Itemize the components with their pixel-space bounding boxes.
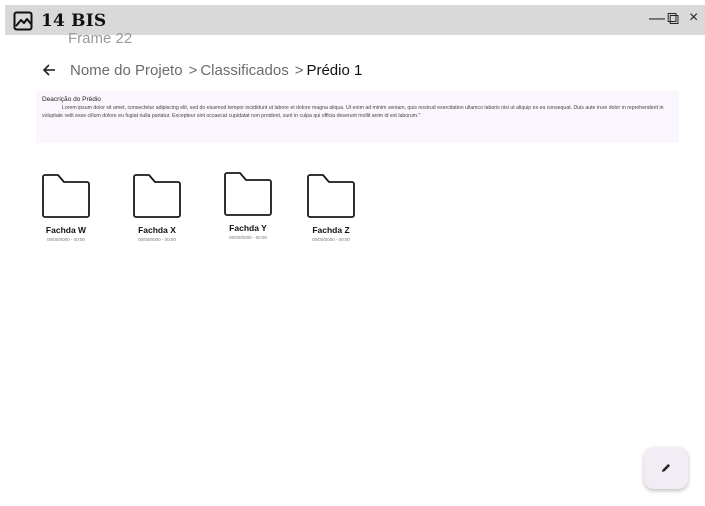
app-title: 14 BIS: [41, 11, 107, 31]
folder-icon: [133, 174, 181, 218]
folder-icon: [224, 172, 272, 216]
frame-label: Frame 22: [68, 30, 133, 47]
folder-date: 00/00/0000 - 00:00: [312, 237, 350, 242]
description-text: Lorem ipsum dolor sit amet, consectetur …: [42, 105, 664, 120]
folder-date: 00/00/0000 - 00:00: [138, 237, 176, 242]
folder-date: 00/00/0000 - 00:00: [47, 237, 85, 242]
arrow-left-icon[interactable]: [42, 63, 56, 77]
breadcrumb-project[interactable]: Nome do Projeto: [70, 62, 183, 79]
restore-button[interactable]: ⧉: [667, 9, 679, 29]
description-title: Deacrição do Prédio: [42, 96, 101, 103]
description-panel: Deacrição do Prédio Lorem ipsum dolor si…: [36, 91, 679, 143]
folder-item[interactable]: Fachda Z 00/00/0000 - 00:00: [296, 173, 366, 242]
folder-icon: [42, 174, 90, 218]
edit-fab-button[interactable]: [644, 447, 688, 489]
folder-name: Fachda X: [138, 225, 176, 235]
breadcrumb-classificados[interactable]: Classificados: [200, 62, 288, 79]
close-button[interactable]: ×: [689, 9, 698, 27]
breadcrumb-separator: >: [294, 61, 304, 79]
folder-item[interactable]: Fachda W 00/00/0000 - 00:00: [31, 173, 101, 242]
folder-item[interactable]: Fachda X 00/00/0000 - 00:00: [122, 173, 192, 242]
folder-name: Fachda W: [45, 225, 87, 235]
folder-date: 00/00/0000 - 00:00: [229, 235, 267, 240]
breadcrumb-current: Prédio 1: [306, 61, 363, 79]
image-icon: [13, 11, 33, 31]
minimize-button[interactable]: —: [649, 10, 665, 28]
pencil-icon: [662, 464, 670, 472]
folder-name: Fachda Y: [229, 223, 267, 233]
breadcrumb-separator: >: [188, 61, 198, 79]
breadcrumb: Nome do Projeto > Classificados > Prédio…: [42, 60, 362, 80]
folder-item[interactable]: Fachda Y 00/00/0000 - 00:00: [213, 171, 283, 240]
folder-icon: [307, 174, 355, 218]
folder-name: Fachda Z: [312, 225, 350, 235]
